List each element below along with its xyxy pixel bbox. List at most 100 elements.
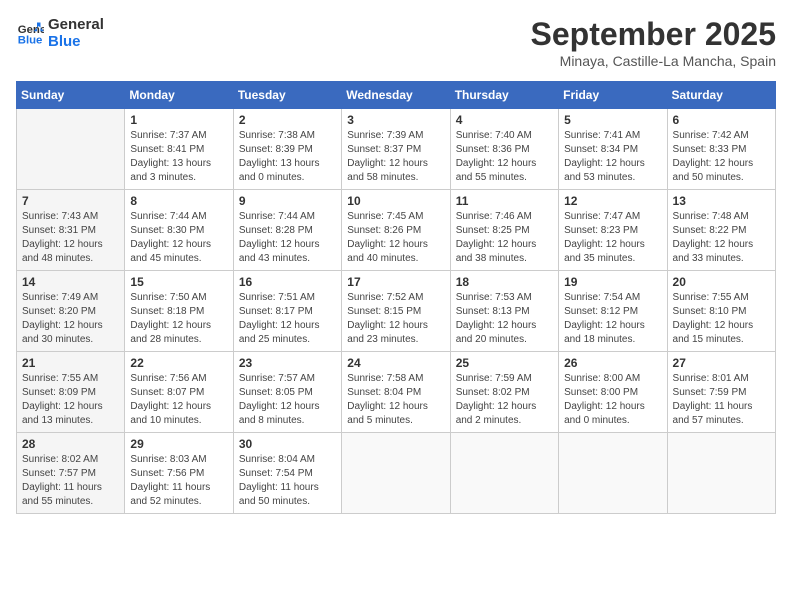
- day-cell: 26 Sunrise: 8:00 AMSunset: 8:00 PMDayligh…: [559, 352, 667, 433]
- day-info: Sunrise: 8:00 AMSunset: 8:00 PMDaylight:…: [564, 372, 661, 428]
- location: Minaya, Castille-La Mancha, Spain: [531, 53, 776, 69]
- day-info: Sunrise: 7:59 AMSunset: 8:02 PMDaylight:…: [456, 372, 553, 428]
- week-row-3: 14 Sunrise: 7:49 AMSunset: 8:20 PMDayligh…: [17, 271, 776, 352]
- day-cell: 16 Sunrise: 7:51 AMSunset: 8:17 PMDayligh…: [233, 271, 341, 352]
- day-header-saturday: Saturday: [667, 82, 775, 109]
- day-header-monday: Monday: [125, 82, 233, 109]
- day-header-tuesday: Tuesday: [233, 82, 341, 109]
- page-header: General Blue General Blue September 2025…: [16, 16, 776, 69]
- day-number: 11: [456, 194, 553, 208]
- day-info: Sunrise: 7:42 AMSunset: 8:33 PMDaylight:…: [673, 129, 770, 185]
- day-info: Sunrise: 7:40 AMSunset: 8:36 PMDaylight:…: [456, 129, 553, 185]
- svg-text:Blue: Blue: [18, 35, 43, 47]
- day-cell: [17, 109, 125, 190]
- day-cell: 24 Sunrise: 7:58 AMSunset: 8:04 PMDayligh…: [342, 352, 450, 433]
- week-row-1: 1 Sunrise: 7:37 AMSunset: 8:41 PMDaylight…: [17, 109, 776, 190]
- day-info: Sunrise: 7:51 AMSunset: 8:17 PMDaylight:…: [239, 291, 336, 347]
- day-number: 28: [22, 437, 119, 451]
- day-number: 27: [673, 356, 770, 370]
- day-cell: 8 Sunrise: 7:44 AMSunset: 8:30 PMDaylight…: [125, 190, 233, 271]
- day-number: 20: [673, 275, 770, 289]
- day-cell: 6 Sunrise: 7:42 AMSunset: 8:33 PMDaylight…: [667, 109, 775, 190]
- day-cell: 10 Sunrise: 7:45 AMSunset: 8:26 PMDayligh…: [342, 190, 450, 271]
- day-header-friday: Friday: [559, 82, 667, 109]
- day-info: Sunrise: 7:58 AMSunset: 8:04 PMDaylight:…: [347, 372, 444, 428]
- day-cell: 18Sunrise: 7:53 AMSunset: 8:13 PMDayligh…: [450, 271, 558, 352]
- day-info: Sunrise: 7:52 AMSunset: 8:15 PMDaylight:…: [347, 291, 444, 347]
- day-number: 9: [239, 194, 336, 208]
- day-info: Sunrise: 8:02 AMSunset: 7:57 PMDaylight:…: [22, 453, 119, 509]
- day-cell: [667, 433, 775, 514]
- day-info: Sunrise: 7:37 AMSunset: 8:41 PMDaylight:…: [130, 129, 227, 185]
- day-info: Sunrise: 7:38 AMSunset: 8:39 PMDaylight:…: [239, 129, 336, 185]
- day-number: 17: [347, 275, 444, 289]
- day-number: 7: [22, 194, 119, 208]
- day-cell: 14 Sunrise: 7:49 AMSunset: 8:20 PMDayligh…: [17, 271, 125, 352]
- day-number: 1: [130, 113, 227, 127]
- day-number: 15: [130, 275, 227, 289]
- day-header-sunday: Sunday: [17, 82, 125, 109]
- day-info: Sunrise: 7:43 AMSunset: 8:31 PMDaylight:…: [22, 210, 119, 266]
- day-number: 26: [564, 356, 661, 370]
- day-cell: 29Sunrise: 8:03 AMSunset: 7:56 PMDayligh…: [125, 433, 233, 514]
- day-cell: 21Sunrise: 7:55 AMSunset: 8:09 PMDayligh…: [17, 352, 125, 433]
- day-cell: [559, 433, 667, 514]
- day-number: 5: [564, 113, 661, 127]
- day-info: Sunrise: 7:56 AMSunset: 8:07 PMDaylight:…: [130, 372, 227, 428]
- day-cell: 22 Sunrise: 7:56 AMSunset: 8:07 PMDayligh…: [125, 352, 233, 433]
- day-cell: 30Sunrise: 8:04 AMSunset: 7:54 PMDayligh…: [233, 433, 341, 514]
- logo: General Blue General Blue: [16, 16, 104, 50]
- day-cell: 7 Sunrise: 7:43 AMSunset: 8:31 PMDaylight…: [17, 190, 125, 271]
- day-header-row: SundayMondayTuesdayWednesdayThursdayFrid…: [17, 82, 776, 109]
- day-cell: 5 Sunrise: 7:41 AMSunset: 8:34 PMDaylight…: [559, 109, 667, 190]
- logo-line1: General: [48, 16, 104, 33]
- day-number: 24: [347, 356, 444, 370]
- day-cell: [342, 433, 450, 514]
- day-number: 29: [130, 437, 227, 451]
- week-row-4: 21Sunrise: 7:55 AMSunset: 8:09 PMDayligh…: [17, 352, 776, 433]
- day-header-wednesday: Wednesday: [342, 82, 450, 109]
- day-cell: 15 Sunrise: 7:50 AMSunset: 8:18 PMDayligh…: [125, 271, 233, 352]
- day-number: 30: [239, 437, 336, 451]
- day-info: Sunrise: 7:57 AMSunset: 8:05 PMDaylight:…: [239, 372, 336, 428]
- day-number: 23: [239, 356, 336, 370]
- day-number: 8: [130, 194, 227, 208]
- month-title: September 2025: [531, 16, 776, 53]
- title-block: September 2025 Minaya, Castille-La Manch…: [531, 16, 776, 69]
- day-number: 4: [456, 113, 553, 127]
- day-cell: 13Sunrise: 7:48 AMSunset: 8:22 PMDayligh…: [667, 190, 775, 271]
- day-cell: 25Sunrise: 7:59 AMSunset: 8:02 PMDayligh…: [450, 352, 558, 433]
- day-header-thursday: Thursday: [450, 82, 558, 109]
- day-number: 16: [239, 275, 336, 289]
- day-cell: 20 Sunrise: 7:55 AMSunset: 8:10 PMDayligh…: [667, 271, 775, 352]
- logo-line2: Blue: [48, 33, 104, 50]
- day-info: Sunrise: 7:55 AMSunset: 8:10 PMDaylight:…: [673, 291, 770, 347]
- day-info: Sunrise: 7:41 AMSunset: 8:34 PMDaylight:…: [564, 129, 661, 185]
- day-number: 22: [130, 356, 227, 370]
- day-cell: 4 Sunrise: 7:40 AMSunset: 8:36 PMDaylight…: [450, 109, 558, 190]
- day-info: Sunrise: 7:44 AMSunset: 8:28 PMDaylight:…: [239, 210, 336, 266]
- day-number: 10: [347, 194, 444, 208]
- week-row-5: 28 Sunrise: 8:02 AMSunset: 7:57 PMDayligh…: [17, 433, 776, 514]
- day-info: Sunrise: 7:53 AMSunset: 8:13 PMDaylight:…: [456, 291, 553, 347]
- day-cell: 11 Sunrise: 7:46 AMSunset: 8:25 PMDayligh…: [450, 190, 558, 271]
- day-cell: 2 Sunrise: 7:38 AMSunset: 8:39 PMDaylight…: [233, 109, 341, 190]
- day-cell: 27Sunrise: 8:01 AMSunset: 7:59 PMDayligh…: [667, 352, 775, 433]
- day-info: Sunrise: 7:39 AMSunset: 8:37 PMDaylight:…: [347, 129, 444, 185]
- day-number: 3: [347, 113, 444, 127]
- day-cell: 3 Sunrise: 7:39 AMSunset: 8:37 PMDaylight…: [342, 109, 450, 190]
- day-cell: 1 Sunrise: 7:37 AMSunset: 8:41 PMDaylight…: [125, 109, 233, 190]
- day-cell: [450, 433, 558, 514]
- day-number: 2: [239, 113, 336, 127]
- day-info: Sunrise: 7:50 AMSunset: 8:18 PMDaylight:…: [130, 291, 227, 347]
- day-info: Sunrise: 7:48 AMSunset: 8:22 PMDaylight:…: [673, 210, 770, 266]
- day-number: 6: [673, 113, 770, 127]
- day-cell: 9 Sunrise: 7:44 AMSunset: 8:28 PMDaylight…: [233, 190, 341, 271]
- week-row-2: 7 Sunrise: 7:43 AMSunset: 8:31 PMDaylight…: [17, 190, 776, 271]
- day-info: Sunrise: 7:49 AMSunset: 8:20 PMDaylight:…: [22, 291, 119, 347]
- day-number: 14: [22, 275, 119, 289]
- day-cell: 17 Sunrise: 7:52 AMSunset: 8:15 PMDayligh…: [342, 271, 450, 352]
- day-info: Sunrise: 7:44 AMSunset: 8:30 PMDaylight:…: [130, 210, 227, 266]
- day-info: Sunrise: 7:45 AMSunset: 8:26 PMDaylight:…: [347, 210, 444, 266]
- day-info: Sunrise: 7:46 AMSunset: 8:25 PMDaylight:…: [456, 210, 553, 266]
